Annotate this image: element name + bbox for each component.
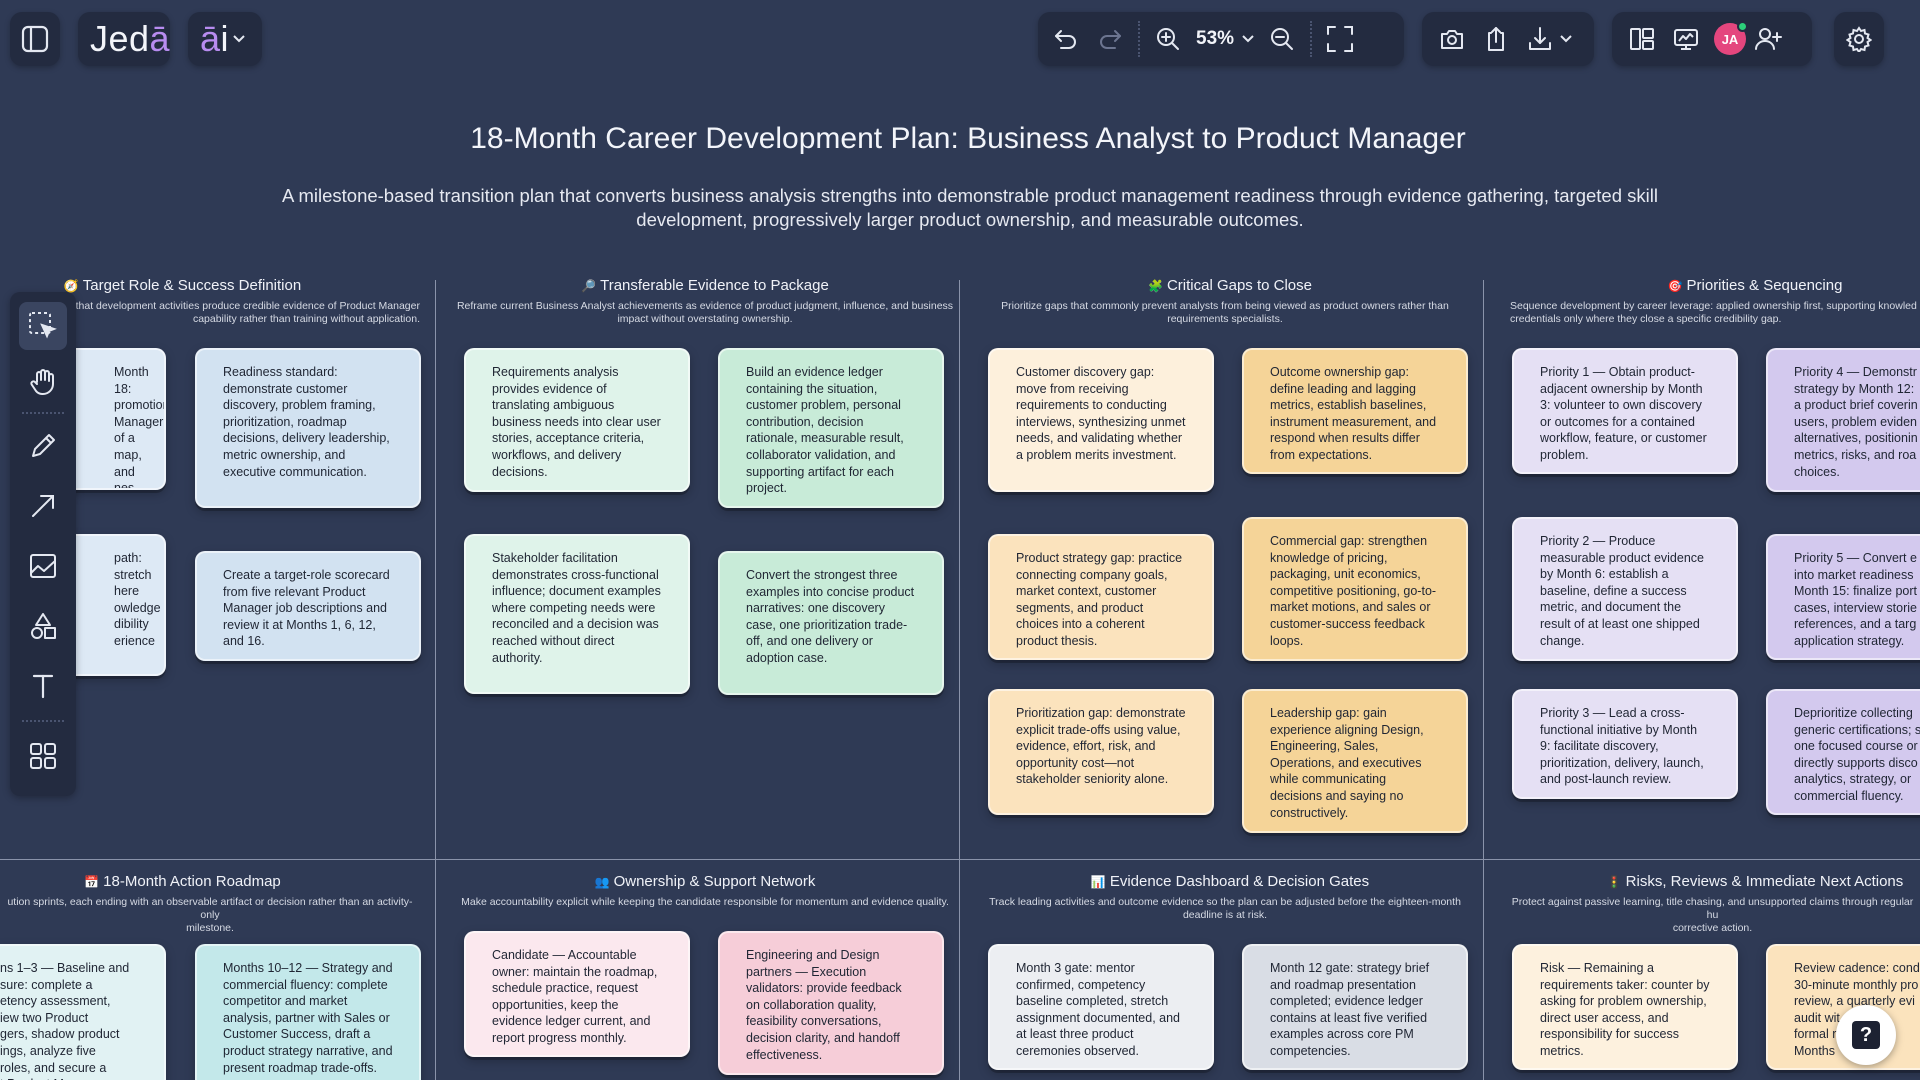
toolbar-divider bbox=[22, 412, 64, 414]
section-description: ution sprints, each ending with an obser… bbox=[7, 896, 413, 934]
shapes-icon bbox=[28, 611, 58, 641]
sticky-note[interactable]: Leadership gap: gain experience aligning… bbox=[1242, 689, 1468, 833]
sticky-note[interactable]: Readiness standard: demonstrate customer… bbox=[195, 348, 421, 508]
toolbar-divider bbox=[22, 720, 64, 722]
sticky-note[interactable]: ns 1–3 — Baseline and sure: complete a e… bbox=[0, 944, 166, 1080]
section-description: Protect against passive learning, title … bbox=[1511, 896, 1914, 934]
section-title: 📊 Evidence Dashboard & Decision Gates bbox=[1090, 873, 1370, 890]
sticky-note[interactable]: Commercial gap: strengthen knowledge of … bbox=[1242, 517, 1468, 661]
pencil-icon bbox=[28, 431, 58, 461]
section-title: 🔎 Transferable Evidence to Package bbox=[581, 277, 829, 294]
sticky-note[interactable]: Engineering and Design partners — Execut… bbox=[718, 931, 944, 1075]
pen-tool-button[interactable] bbox=[19, 422, 67, 470]
whiteboard-canvas[interactable]: 🧭Target Role & Success Definition lesire… bbox=[0, 0, 1920, 1080]
sticky-note[interactable]: Months 10–12 — Strategy and commercial f… bbox=[195, 944, 421, 1080]
hand-tool-button[interactable] bbox=[19, 358, 67, 406]
sticky-note[interactable]: Priority 2 — Produce measurable product … bbox=[1512, 517, 1738, 661]
section-description: Reframe current Business Analyst achieve… bbox=[456, 300, 954, 325]
sticky-note[interactable]: Prioritization gap: demonstrate explicit… bbox=[988, 689, 1214, 815]
sticky-note[interactable]: Deprioritize collecting generic certific… bbox=[1766, 689, 1920, 815]
sticky-note[interactable]: Priority 1 — Obtain product-adjacent own… bbox=[1512, 348, 1738, 474]
column-divider bbox=[435, 280, 436, 1080]
section-title: 👥 Ownership & Support Network bbox=[594, 873, 816, 890]
people-icon: 👥 bbox=[594, 875, 610, 889]
section-description: Make accountability explicit while keepi… bbox=[461, 896, 949, 908]
image-tool-button[interactable] bbox=[19, 542, 67, 590]
puzzle-icon: 🧩 bbox=[1147, 279, 1163, 293]
sticky-note[interactable]: Create a target-role scorecard from five… bbox=[195, 551, 421, 661]
section-description: Prioritize gaps that commonly prevent an… bbox=[1001, 300, 1449, 325]
grid-icon bbox=[28, 741, 58, 771]
sticky-note[interactable]: Outcome ownership gap: define leading an… bbox=[1242, 348, 1468, 474]
hand-icon bbox=[28, 367, 58, 397]
select-tool-button[interactable] bbox=[19, 302, 67, 350]
sticky-note[interactable]: Requirements analysis provides evidence … bbox=[464, 348, 690, 492]
row-divider bbox=[0, 859, 1920, 860]
sticky-note[interactable]: Customer discovery gap: move from receiv… bbox=[988, 348, 1214, 492]
sticky-note[interactable]: Priority 4 — Demonstr strategy by Month … bbox=[1766, 348, 1920, 492]
sticky-note[interactable]: Product strategy gap: practice connectin… bbox=[988, 534, 1214, 660]
sticky-note[interactable]: Risk — Remaining a requirements taker: c… bbox=[1512, 944, 1738, 1070]
column-divider bbox=[959, 280, 960, 1080]
target-icon: 🎯 bbox=[1667, 279, 1683, 293]
magnifier-icon: 🔎 bbox=[581, 279, 597, 293]
arrow-tool-button[interactable] bbox=[19, 482, 67, 530]
section-description: Sequence development by career leverage:… bbox=[1510, 300, 1917, 325]
help-icon: ? bbox=[1852, 1021, 1880, 1049]
section-title: 📅 18-Month Action Roadmap bbox=[84, 873, 281, 890]
section-description: Track leading activities and outcome evi… bbox=[989, 896, 1461, 921]
sticky-note[interactable]: Month 3 gate: mentor confirmed, competen… bbox=[988, 944, 1214, 1070]
compass-icon: 🧭 bbox=[63, 279, 79, 293]
arrow-icon bbox=[28, 491, 58, 521]
section-title: 🧩 Critical Gaps to Close bbox=[1147, 277, 1312, 294]
bar-chart-icon: 📊 bbox=[1090, 875, 1106, 889]
sticky-note[interactable]: Stakeholder facilitation demonstrates cr… bbox=[464, 534, 690, 694]
traffic-light-icon: 🚦 bbox=[1606, 875, 1622, 889]
sticky-note[interactable]: Month 12 gate: strategy brief and roadma… bbox=[1242, 944, 1468, 1070]
text-icon bbox=[28, 671, 58, 701]
sticky-note[interactable]: Build an evidence ledger containing the … bbox=[718, 348, 944, 508]
sticky-note[interactable]: Priority 3 — Lead a cross-functional ini… bbox=[1512, 689, 1738, 799]
sticky-note[interactable]: Candidate — Accountable owner: maintain … bbox=[464, 931, 690, 1057]
column-divider bbox=[1483, 280, 1484, 1080]
image-icon bbox=[28, 551, 58, 581]
text-tool-button[interactable] bbox=[19, 662, 67, 710]
section-title: 🎯 Priorities & Sequencing bbox=[1667, 277, 1843, 294]
help-button[interactable]: ? bbox=[1836, 1005, 1896, 1065]
templates-button[interactable] bbox=[19, 732, 67, 780]
section-title: 🚦 Risks, Reviews & Immediate Next Actions bbox=[1606, 873, 1904, 890]
shapes-tool-button[interactable] bbox=[19, 602, 67, 650]
sticky-note[interactable]: Convert the strongest three examples int… bbox=[718, 551, 944, 695]
sticky-note[interactable]: Priority 5 — Convert e into market readi… bbox=[1766, 534, 1920, 660]
calendar-icon: 📅 bbox=[84, 875, 100, 889]
select-cursor-icon bbox=[27, 310, 59, 342]
drawing-toolbar bbox=[10, 292, 76, 796]
